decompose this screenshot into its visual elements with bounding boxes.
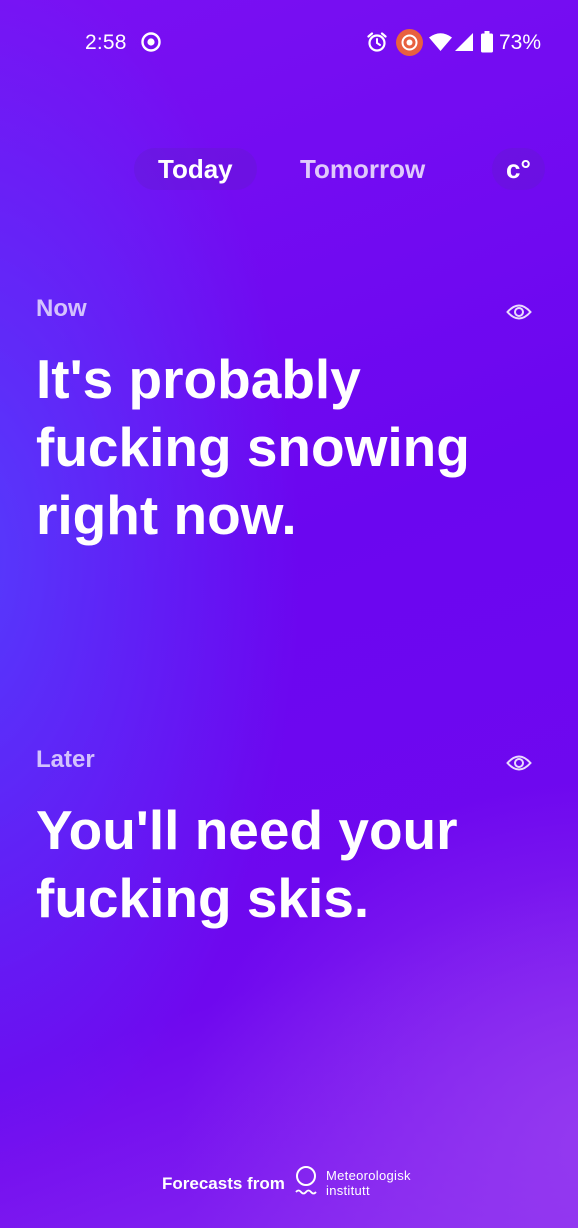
battery-icon: [480, 31, 494, 53]
cell-signal-icon: [454, 32, 474, 52]
temperature-unit-toggle[interactable]: c°: [492, 148, 545, 190]
later-forecast-headline: You'll need your fucking skis.: [36, 799, 458, 929]
battery-percentage: 73%: [499, 31, 542, 54]
eye-icon[interactable]: [506, 754, 532, 772]
screen-record-icon: [140, 31, 162, 53]
later-label: Later: [36, 746, 95, 773]
now-label: Now: [36, 295, 87, 322]
footer-prefix: Forecasts from: [162, 1174, 285, 1193]
status-time: 2:58: [85, 31, 127, 54]
tab-today[interactable]: Today: [134, 148, 257, 190]
status-bar: 2:58 73%: [0, 0, 578, 84]
recording-indicator-icon: [396, 29, 423, 56]
met-institute-name-line1: Meteorologisk: [326, 1168, 411, 1183]
wifi-icon: [428, 32, 453, 52]
now-forecast-headline: It's probably fucking snowing right now.: [36, 348, 470, 546]
met-institute-logo-icon: [293, 1164, 319, 1200]
met-institute-name: Meteorologisk institutt: [326, 1168, 411, 1198]
met-institute-name-line2: institutt: [326, 1183, 370, 1198]
alarm-icon: [366, 31, 388, 53]
eye-icon[interactable]: [506, 303, 532, 321]
tab-tomorrow[interactable]: Tomorrow: [276, 148, 449, 190]
